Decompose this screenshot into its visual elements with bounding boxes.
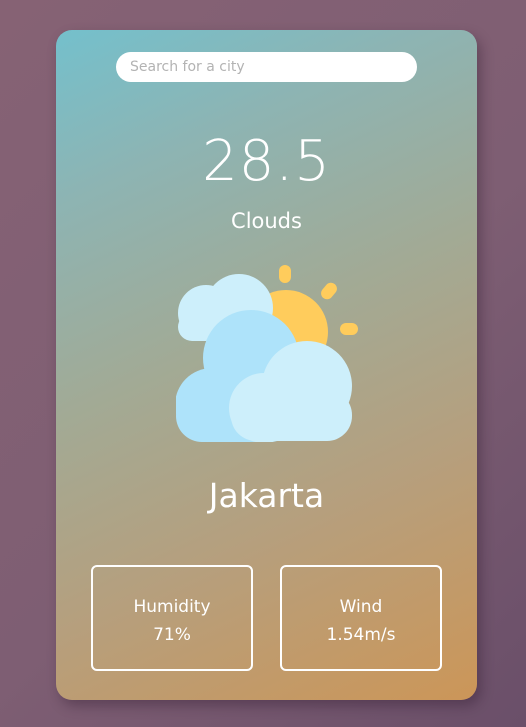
weather-card: 28.5 Clouds Jakarta Humidity 71% [56,30,477,700]
wind-box: Wind 1.54m/s [280,565,442,671]
humidity-label: Humidity [133,597,211,617]
city-name: Jakarta [208,476,325,515]
weather-description: Clouds [231,209,302,233]
cloudy-sun-icon [176,265,358,442]
humidity-box: Humidity 71% [91,565,253,671]
wind-value: 1.54m/s [326,625,396,645]
humidity-value: 71% [153,625,191,645]
city-search-input[interactable] [116,52,417,82]
temperature-value: 28.5 [202,129,331,194]
wind-label: Wind [339,597,383,617]
